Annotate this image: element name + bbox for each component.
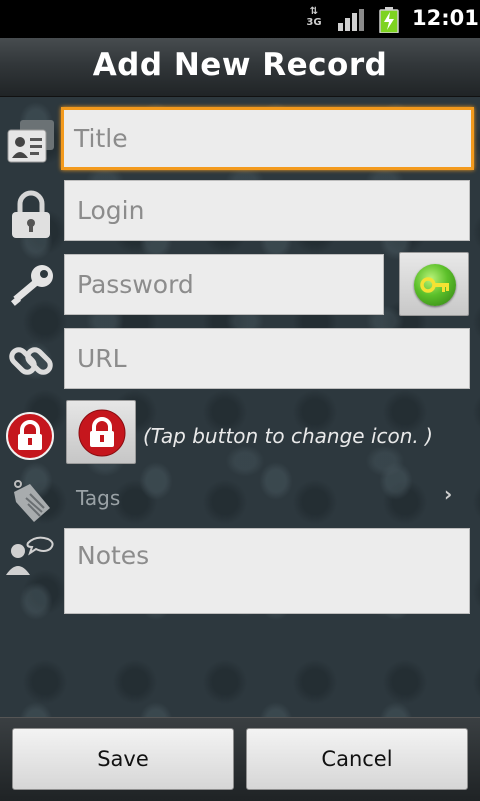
chevron-right-icon: › — [444, 482, 453, 506]
network-type: 3G — [306, 17, 322, 28]
person-note-icon — [6, 536, 54, 575]
url-field[interactable]: URL — [64, 328, 470, 389]
selected-lock-icon — [78, 409, 126, 457]
data-arrows-icon: ⇅ — [309, 6, 319, 17]
title-placeholder: Title — [74, 124, 128, 153]
title-bar: Add New Record — [0, 38, 480, 97]
clock: 12:01 — [412, 6, 479, 30]
icon-hint: (Tap button to change icon. ) — [143, 424, 433, 448]
cancel-button[interactable]: Cancel — [246, 728, 468, 790]
key-generator-icon — [414, 264, 456, 306]
padlock-icon — [12, 190, 50, 238]
signal-icon — [338, 9, 364, 31]
password-placeholder: Password — [77, 270, 194, 299]
change-icon-button[interactable] — [66, 400, 136, 464]
action-bar: Save Cancel — [0, 717, 480, 801]
network-icon: ⇅ 3G — [304, 6, 324, 32]
login-placeholder: Login — [77, 196, 145, 225]
tags-row[interactable]: Tags › — [64, 476, 470, 520]
login-field[interactable]: Login — [64, 180, 470, 241]
url-placeholder: URL — [77, 344, 127, 373]
page-title: Add New Record — [92, 47, 388, 83]
status-bar: ⇅ 3G 12:01 — [0, 0, 480, 38]
red-lock-icon — [6, 412, 54, 460]
password-field[interactable]: Password — [64, 254, 384, 315]
title-field[interactable]: Title — [61, 107, 474, 170]
contact-card-icon — [7, 120, 54, 163]
save-button[interactable]: Save — [12, 728, 234, 790]
link-icon — [9, 347, 53, 375]
tags-label: Tags — [76, 486, 121, 510]
tag-icon — [14, 480, 50, 522]
battery-charging-icon — [379, 7, 399, 33]
notes-placeholder: Notes — [77, 541, 150, 570]
key-icon — [11, 265, 53, 306]
generate-password-button[interactable] — [399, 252, 469, 316]
notes-field[interactable]: Notes — [64, 528, 470, 614]
